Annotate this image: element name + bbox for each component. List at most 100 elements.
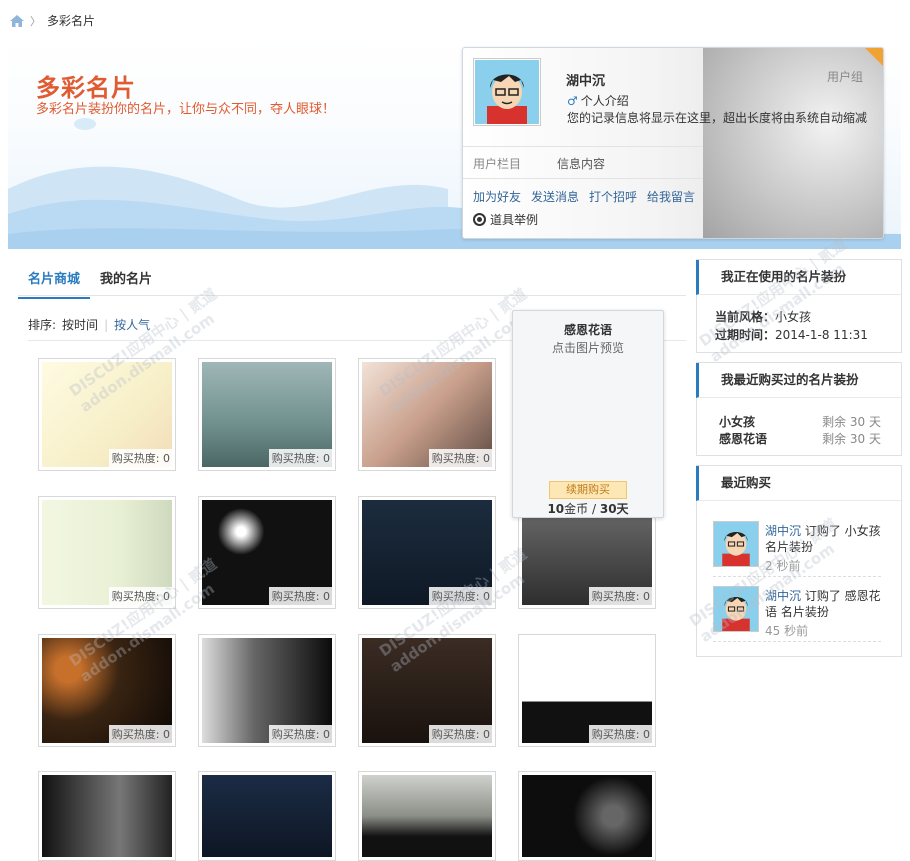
card-skin-item[interactable]: 购买热度: 0 xyxy=(38,496,176,609)
male-icon: ♂ xyxy=(567,93,578,108)
card-skin-item[interactable] xyxy=(358,771,496,861)
card-tool-example[interactable]: 道具举例 xyxy=(473,211,538,228)
intro-label-text: 个人介绍 xyxy=(580,94,629,108)
tab-bar: 名片商城 我的名片 xyxy=(18,260,162,299)
panel-title: 我正在使用的名片装扮 xyxy=(696,260,901,295)
skin-name: 小女孩 xyxy=(719,415,756,429)
purchase-heat: 购买热度: 0 xyxy=(268,449,333,467)
card-preview-popup: 感恩花语 点击图片预览 续期购买 10金币 / 30天 xyxy=(512,310,664,518)
purchase-text: 湖中沉 订购了 小女孩 名片装扮 xyxy=(765,523,881,555)
purchase-heat: 购买热度: 0 xyxy=(268,725,333,743)
tab-my-cards[interactable]: 我的名片 xyxy=(90,260,162,299)
divider xyxy=(713,641,881,642)
purchase-heat: 购买热度: 0 xyxy=(428,449,493,467)
add-friend-link[interactable]: 加为好友 xyxy=(473,188,521,205)
list-item[interactable]: 小女孩 剩余 30 天 xyxy=(719,413,881,430)
sort-by-time[interactable]: 按时间 xyxy=(62,316,98,333)
skin-days-left: 剩余 30 天 xyxy=(822,415,881,429)
purchase-heat: 购买热度: 0 xyxy=(108,449,173,467)
tab-card-shop[interactable]: 名片商城 xyxy=(18,260,91,299)
purchase-heat: 购买热度: 0 xyxy=(428,587,493,605)
expire-value: 2014-1-8 11:31 xyxy=(775,328,868,342)
recent-skins-panel: 我最近购买过的名片装扮 小女孩 剩余 30 天 感恩花语 剩余 30 天 xyxy=(696,362,902,456)
card-skin-image[interactable] xyxy=(42,775,172,857)
current-skin-panel: 我正在使用的名片装扮 当前风格：小女孩 过期时间：2014-1-8 11:31 xyxy=(696,259,902,353)
price-days: 30天 xyxy=(599,502,629,516)
leave-message-link[interactable]: 给我留言 xyxy=(647,188,695,205)
chevron-right-icon: 〉 xyxy=(30,14,41,28)
purchase-heat: 购买热度: 0 xyxy=(588,725,653,743)
card-intro-text: 您的记录信息将显示在这里，超出长度将由系统自动缩减 xyxy=(567,111,868,125)
divider xyxy=(463,178,703,179)
purchase-heat: 购买热度: 0 xyxy=(108,587,173,605)
skin-days-left: 剩余 30 天 xyxy=(822,432,881,446)
card-intro-label: ♂ 个人介绍 xyxy=(567,92,629,109)
card-skin-image[interactable] xyxy=(522,775,652,857)
card-username[interactable]: 湖中沉 xyxy=(566,70,605,89)
divider xyxy=(713,576,881,577)
card-skin-item[interactable]: 购买热度: 0 xyxy=(358,634,496,747)
card-corner-ribbon xyxy=(865,48,883,66)
purchase-user[interactable]: 湖中沉 xyxy=(765,589,801,603)
purchase-user[interactable]: 湖中沉 xyxy=(765,524,801,538)
price-unit: 金币 xyxy=(564,502,589,516)
card-skin-item[interactable]: 购买热度: 0 xyxy=(198,358,336,471)
card-skin-item[interactable]: 购买热度: 0 xyxy=(358,358,496,471)
target-icon xyxy=(473,213,486,226)
purchase-time: 2 秒前 xyxy=(765,559,801,573)
style-value: 小女孩 xyxy=(775,310,812,324)
purchase-text: 湖中沉 订购了 感恩花语 名片装扮 xyxy=(765,588,881,620)
breadcrumb-current: 多彩名片 xyxy=(47,14,96,28)
avatar[interactable] xyxy=(713,521,759,567)
purchase-heat: 购买热度: 0 xyxy=(588,587,653,605)
card-skin-image[interactable] xyxy=(202,775,332,857)
card-skin-item[interactable]: 购买热度: 0 xyxy=(38,358,176,471)
home-icon[interactable] xyxy=(10,14,24,27)
say-hello-link[interactable]: 打个招呼 xyxy=(589,188,637,205)
sort-by-popularity[interactable]: 按人气 xyxy=(114,316,150,333)
avatar[interactable] xyxy=(473,58,541,126)
card-skin-item[interactable]: 购买热度: 0 xyxy=(198,634,336,747)
popup-price: 10金币 / 30天 xyxy=(513,500,663,517)
card-skin-item[interactable] xyxy=(198,771,336,861)
panel-title: 我最近购买过的名片装扮 xyxy=(696,363,901,398)
card-skin-item[interactable]: 购买热度: 0 xyxy=(518,634,656,747)
current-style-row: 当前风格：小女孩 xyxy=(715,308,811,325)
divider xyxy=(18,295,686,296)
card-skin-item[interactable] xyxy=(38,771,176,861)
card-field-label: 用户栏目 xyxy=(473,157,522,171)
skin-name: 感恩花语 xyxy=(719,432,768,446)
renew-button[interactable]: 续期购买 xyxy=(549,481,627,499)
cloud-decoration xyxy=(74,118,96,130)
breadcrumb: 〉 多彩名片 xyxy=(10,12,95,29)
list-item[interactable]: 感恩花语 剩余 30 天 xyxy=(719,430,881,447)
page-subtitle: 多彩名片装扮你的名片，让你与众不同，夺人眼球！ xyxy=(36,102,336,117)
expire-time-row: 过期时间：2014-1-8 11:31 xyxy=(715,326,868,343)
price-amount: 10 xyxy=(547,502,565,516)
purchase-heat: 购买热度: 0 xyxy=(108,725,173,743)
recent-purchases-panel: 最近购买 湖中沉 订购了 小女孩 名片装扮 2 秒前 湖中沉 订购了 感恩花语 … xyxy=(696,465,902,657)
card-field-value: 信息内容 xyxy=(557,157,606,171)
card-skin-image[interactable] xyxy=(362,775,492,857)
purchase-heat: 购买热度: 0 xyxy=(428,725,493,743)
popup-subtitle[interactable]: 点击图片预览 xyxy=(513,339,663,356)
popup-title: 感恩花语 xyxy=(563,323,612,337)
price-separator: / xyxy=(588,502,600,516)
avatar-icon xyxy=(475,60,539,124)
send-message-link[interactable]: 发送消息 xyxy=(531,188,579,205)
card-skin-item[interactable] xyxy=(518,771,656,861)
card-skin-item[interactable]: 购买热度: 0 xyxy=(358,496,496,609)
sort-label: 排序: xyxy=(28,318,57,332)
sort-bar: 排序: 按时间 | 按人气 xyxy=(28,316,150,333)
panel-title: 最近购买 xyxy=(696,466,901,501)
avatar[interactable] xyxy=(713,586,759,632)
list-item: 湖中沉 订购了 小女孩 名片装扮 2 秒前 xyxy=(713,521,883,581)
style-key: 当前风格： xyxy=(715,310,776,324)
card-skin-item[interactable]: 购买热度: 0 xyxy=(198,496,336,609)
list-item: 湖中沉 订购了 感恩花语 名片装扮 45 秒前 xyxy=(713,586,883,646)
card-skin-item[interactable]: 购买热度: 0 xyxy=(38,634,176,747)
purchase-time: 45 秒前 xyxy=(765,624,809,638)
purchase-heat: 购买热度: 0 xyxy=(268,587,333,605)
expire-key: 过期时间： xyxy=(715,328,776,342)
sort-separator: | xyxy=(104,317,109,332)
